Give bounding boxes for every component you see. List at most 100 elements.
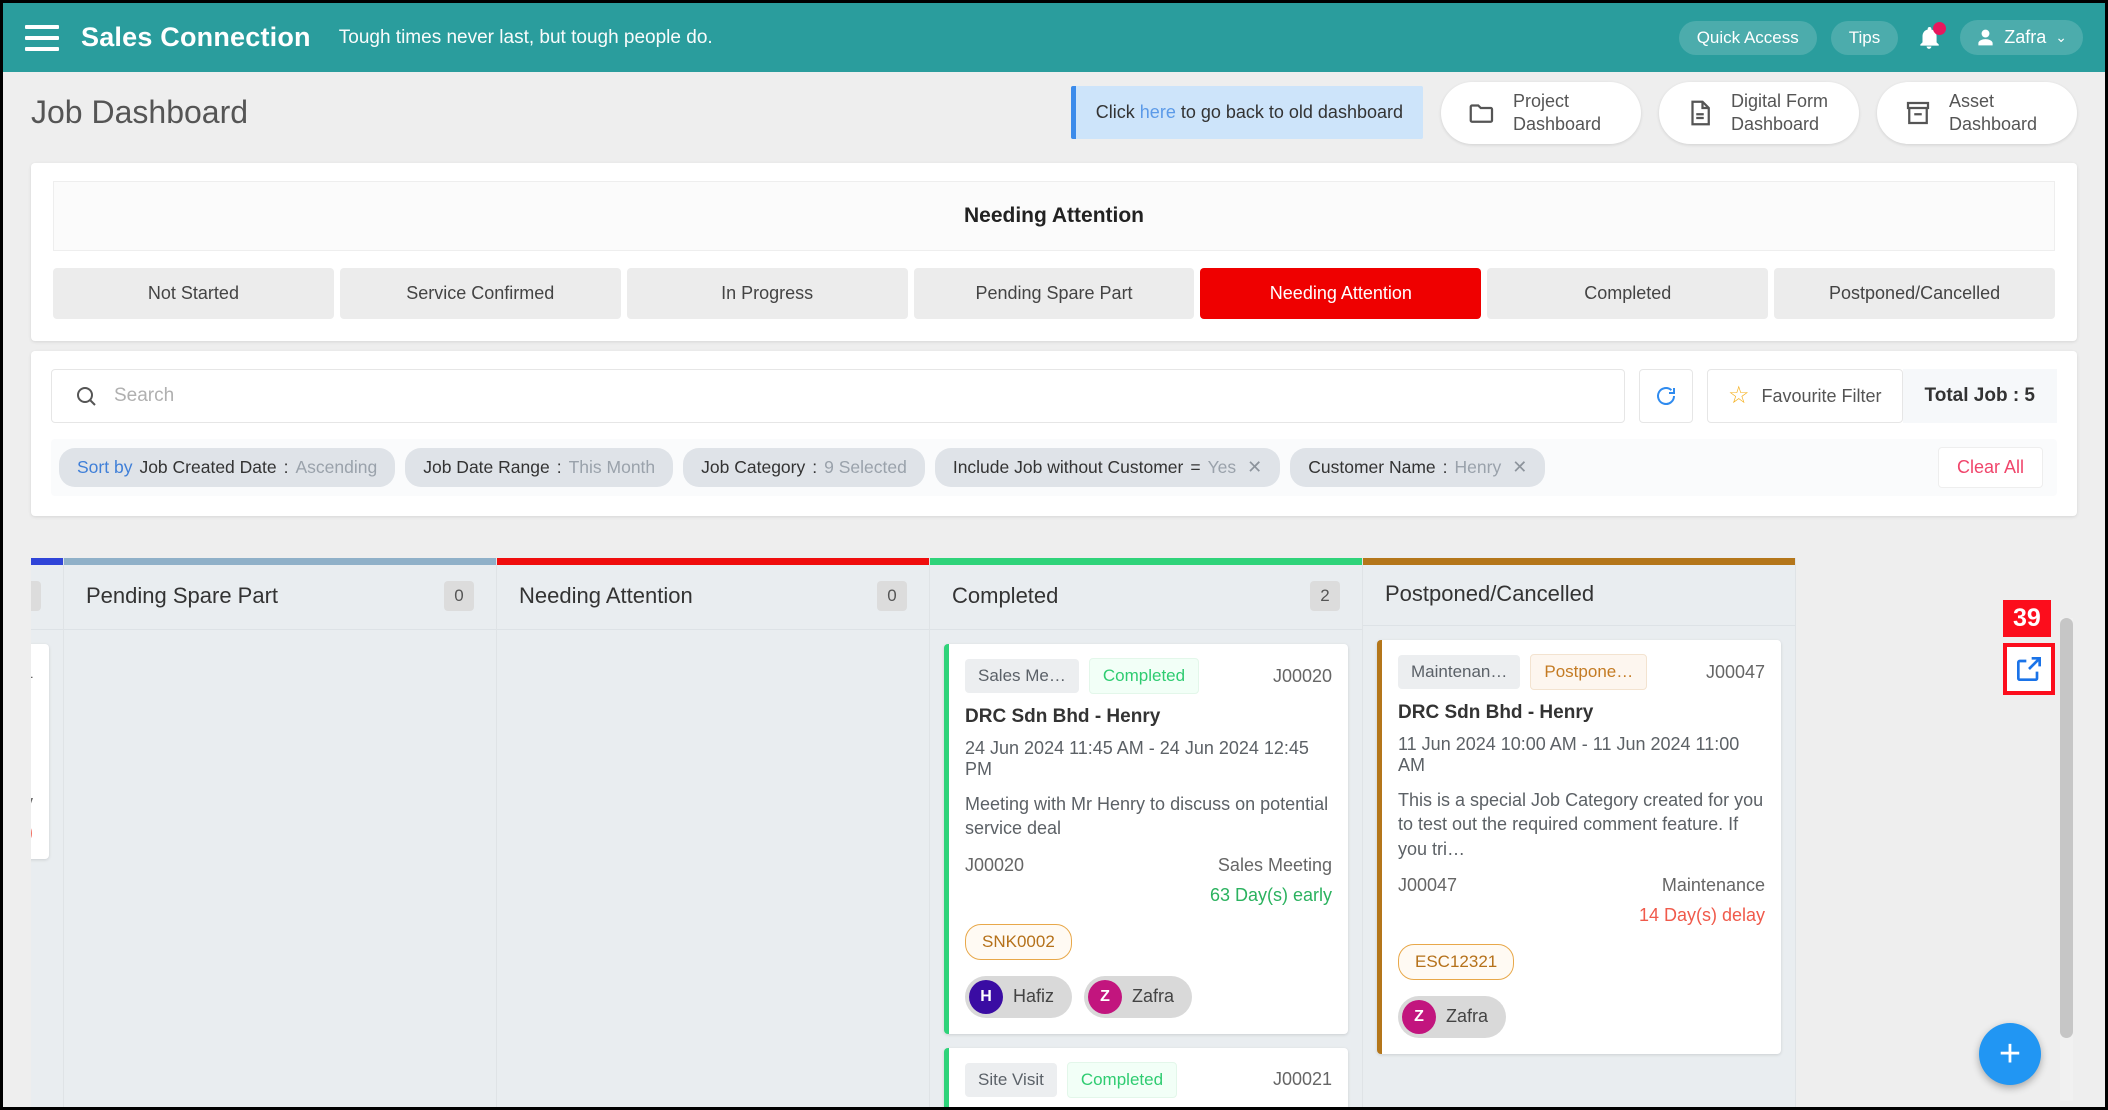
job-datetime-range: 24 Jun 2024 11:45 AM - 24 Jun 2024 12:45… xyxy=(965,738,1309,779)
column-header: 1 xyxy=(31,565,63,630)
digital-form-dashboard-button[interactable]: Digital Form Dashboard xyxy=(1659,81,1859,144)
job-meta-category: Sales Meeting xyxy=(1217,854,1332,875)
job-status-badge: Completed xyxy=(1066,1061,1178,1098)
old-dashboard-link[interactable]: here xyxy=(1140,102,1176,122)
status-tab-needing-attention[interactable]: Needing Attention xyxy=(1200,268,1482,319)
job-description: This is a special Job Category created f… xyxy=(1398,790,1764,859)
page-title: Job Dashboard xyxy=(31,94,249,130)
notification-bell-icon[interactable] xyxy=(1912,21,1947,55)
column-header: Needing Attention 0 xyxy=(497,565,929,630)
old-dashboard-notice: Click here to go back to old dashboard xyxy=(1070,86,1423,139)
assignee-pill[interactable]: H Hafiz xyxy=(965,975,1073,1018)
assignee-pill[interactable]: Z Zafra xyxy=(1398,995,1507,1038)
kanban-column: Pending Spare Part 0 xyxy=(64,558,497,1107)
column-header: Completed 2 xyxy=(930,565,1362,630)
top-navigation-bar: Sales Connection Tough times never last,… xyxy=(3,3,2105,72)
column-title: Postponed/Cancelled xyxy=(1385,581,1595,606)
job-card[interactable]: Maintenan… Postpone… J00047 DRC Sdn Bhd - H… xyxy=(1377,640,1781,1054)
chip-key: Job Date Range xyxy=(423,457,550,477)
column-accent-bar xyxy=(64,558,496,565)
notice-suffix: to go back to old dashboard xyxy=(1175,102,1403,122)
job-card[interactable]: Site VisitCompletedJ00021DRC Sdn Bhd - H… xyxy=(944,1047,1348,1107)
menu-icon[interactable] xyxy=(25,24,59,51)
column-header: Postponed/Cancelled xyxy=(1363,565,1795,626)
status-tab-service-confirmed[interactable]: Service Confirmed xyxy=(339,268,621,319)
customer-name: DRC Sdn Bhd - Henry xyxy=(965,706,1161,727)
chip-key: Customer Name xyxy=(1308,457,1436,477)
kanban-column: Postponed/Cancelled Maintenan… Postpone… J0… xyxy=(1363,558,1796,1107)
job-card[interactable]: Sales Me… Completed J00020 DRC Sdn Bhd - He… xyxy=(944,644,1348,1034)
vertical-scrollbar[interactable] xyxy=(2060,618,2073,1101)
filter-chip[interactable]: Job Date Range: This Month xyxy=(405,448,674,487)
assignee-name: Zafra xyxy=(1446,1006,1489,1027)
clear-all-button[interactable]: Clear All xyxy=(1937,447,2043,488)
chip-value: Henry xyxy=(1454,457,1502,477)
job-meta-category: Maintenance xyxy=(1661,874,1765,895)
job-meta-category: Sales Enquiry xyxy=(31,792,33,813)
filter-chip[interactable]: Job Category:9 Selected xyxy=(683,448,925,487)
column-card-list xyxy=(497,630,929,1107)
status-tab-completed[interactable]: Completed xyxy=(1487,268,1769,319)
digital-form-dashboard-label: Digital Form Dashboard xyxy=(1731,90,1828,135)
quick-access-button[interactable]: Quick Access xyxy=(1678,20,1817,55)
project-dashboard-button[interactable]: Project Dashboard xyxy=(1441,81,1641,144)
filter-chip[interactable]: Sort by Job Created Date: Ascending xyxy=(59,448,396,487)
asset-dashboard-button[interactable]: Asset Dashboard xyxy=(1877,81,2077,144)
annotation-highlight-box[interactable] xyxy=(2003,643,2055,695)
job-category-tag: Sales Me… xyxy=(965,659,1079,693)
status-tab-pending-spare-part[interactable]: Pending Spare Part xyxy=(913,268,1195,319)
column-accent-bar xyxy=(31,558,63,565)
kanban-column: 1 In ProgressJ00044 - Henry 2:00 PM - 10 Ju… xyxy=(31,558,64,1107)
status-tab-postponed-cancelled[interactable]: Postponed/Cancelled xyxy=(1774,268,2056,319)
escalation-chip[interactable]: ESC12321 xyxy=(1398,943,1515,980)
column-count-badge: 0 xyxy=(877,581,907,611)
kanban-board: 1 In ProgressJ00044 - Henry 2:00 PM - 10 Ju… xyxy=(31,558,2077,1107)
digital-form-line2: Dashboard xyxy=(1731,113,1820,134)
scrollbar-thumb[interactable] xyxy=(2060,618,2073,1038)
favourite-filter-button[interactable]: ☆ Favourite Filter xyxy=(1706,369,1903,423)
assignee-pill[interactable]: Z Zafra xyxy=(1084,975,1193,1018)
assignee-list: H Hafiz Z Zafra xyxy=(965,975,1332,1018)
search-input[interactable] xyxy=(114,385,1602,407)
column-title: Pending Spare Part xyxy=(86,583,279,608)
page-header: Job Dashboard Click here to go back to o… xyxy=(3,72,2105,153)
job-datetime-range: 11 Jun 2024 10:00 AM - 11 Jun 2024 11:00… xyxy=(1398,734,1740,775)
job-meta-id: J00047 xyxy=(1398,874,1458,895)
job-delay-status: Overdue 15 Day(s) xyxy=(31,822,33,843)
column-count-badge: 0 xyxy=(444,581,474,611)
assignee-list: Z Zafra xyxy=(1398,995,1765,1038)
chip-value: Ascending xyxy=(295,457,378,477)
add-job-button[interactable]: + xyxy=(1979,1023,2041,1085)
column-accent-bar xyxy=(497,558,929,565)
tips-button[interactable]: Tips xyxy=(1830,20,1899,55)
job-number: J00021 xyxy=(1272,1069,1332,1090)
status-tab-in-progress[interactable]: In Progress xyxy=(626,268,908,319)
search-box[interactable] xyxy=(51,369,1625,423)
chip-accent-label: Sort by xyxy=(77,457,133,477)
job-number: J00044 xyxy=(31,665,33,686)
chip-remove-icon[interactable]: ✕ xyxy=(1512,457,1527,478)
job-card[interactable]: In ProgressJ00044 - Henry 2:00 PM - 10 Jun… xyxy=(31,644,49,859)
total-job-count: Total Job : 5 xyxy=(1902,369,2057,423)
filter-chip[interactable]: Customer Name: Henry ✕ xyxy=(1290,448,1546,487)
user-menu[interactable]: Zafra ⌄ xyxy=(1960,20,2083,55)
column-card-list: In ProgressJ00044 - Henry 2:00 PM - 10 Jun… xyxy=(31,630,63,1107)
filter-chip-row: Sort by Job Created Date: Ascending Job Dat… xyxy=(51,439,2057,496)
job-datetime-range: 2:00 PM - 10 Jun 2024 03:00 PM xyxy=(31,736,33,778)
column-card-list: Maintenan… Postpone… J00047 DRC Sdn Bhd - H… xyxy=(1363,626,1795,1107)
refresh-button[interactable] xyxy=(1638,369,1693,423)
chip-remove-icon[interactable]: ✕ xyxy=(1247,457,1262,478)
column-card-list xyxy=(64,630,496,1107)
escalation-chip[interactable]: SNK0002 xyxy=(965,923,1072,960)
search-icon xyxy=(77,387,96,406)
status-tab-not-started[interactable]: Not Started xyxy=(53,268,334,319)
document-icon xyxy=(1691,100,1710,125)
filter-chip[interactable]: Include Job without Customer = Yes ✕ xyxy=(934,448,1281,487)
chip-value: 9 Selected xyxy=(824,457,907,477)
job-status-badge: Postpone… xyxy=(1530,654,1648,690)
column-accent-bar xyxy=(1363,558,1795,565)
archive-icon xyxy=(1906,101,1930,124)
job-category-tag: Site Visit xyxy=(965,1062,1057,1097)
asset-line2: Dashboard xyxy=(1949,113,2038,134)
job-category-tag: Maintenan… xyxy=(1398,655,1521,689)
